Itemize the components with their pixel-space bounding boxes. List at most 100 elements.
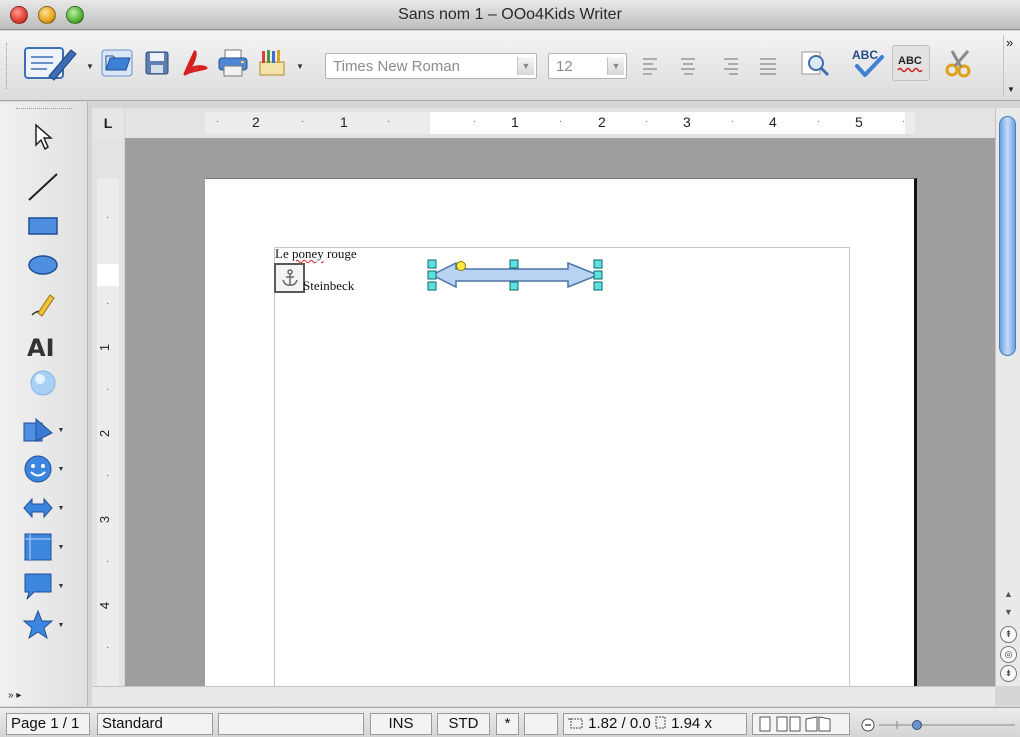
two-page-view-icon[interactable]: [776, 716, 802, 732]
ellipse-icon: [28, 255, 58, 275]
ruler-label: 5: [855, 114, 863, 130]
resize-handle[interactable]: [593, 259, 603, 269]
edit-mode-button[interactable]: [18, 41, 82, 85]
align-right-button[interactable]: [718, 55, 742, 77]
callouts-dropdown-icon[interactable]: ▼: [58, 583, 65, 590]
page-preview-button[interactable]: [798, 45, 832, 81]
line-tool[interactable]: [18, 169, 68, 205]
resize-handle[interactable]: [427, 259, 437, 269]
document-canvas[interactable]: Le poney rouge Steinbeck: [125, 138, 995, 727]
fontwork-tool[interactable]: AI: [18, 328, 68, 364]
rectangle-tool[interactable]: [18, 208, 68, 244]
resize-handle[interactable]: [593, 281, 603, 291]
vertical-ruler[interactable]: · · 1 · 2 · 3 · 4 ·: [92, 138, 124, 686]
select-tool[interactable]: [18, 119, 68, 155]
symbol-shapes-tool[interactable]: ▼: [18, 451, 68, 487]
font-name-combo[interactable]: Times New Roman ▼: [325, 53, 537, 79]
resize-handle[interactable]: [427, 270, 437, 280]
star-icon: [22, 609, 53, 640]
object-position-size: 1.82 / 0.0 1.94 x: [563, 713, 747, 735]
document-text-line-1[interactable]: Le poney rouge: [275, 246, 357, 262]
misspelled-word[interactable]: poney: [292, 246, 324, 261]
spellcheck-button[interactable]: ABC: [848, 45, 888, 81]
font-size-combo[interactable]: 12 ▼: [548, 53, 627, 79]
document-page[interactable]: Le poney rouge Steinbeck: [205, 178, 917, 727]
document-text-line-2[interactable]: Steinbeck: [303, 278, 354, 294]
next-page-icon[interactable]: ⇟: [1000, 665, 1017, 682]
stars-tool[interactable]: ▼: [18, 607, 68, 643]
paint-tools-button[interactable]: [256, 45, 290, 81]
ellipse-tool[interactable]: [18, 247, 68, 283]
double-arrow-icon: [22, 497, 53, 519]
justify-button[interactable]: [756, 55, 780, 77]
navigation-icon[interactable]: ◎: [1000, 646, 1017, 663]
font-size-dropdown-icon[interactable]: ▼: [607, 57, 624, 75]
zoom-slider[interactable]: [857, 716, 1017, 734]
open-button[interactable]: [100, 45, 134, 81]
rectangle-icon: [28, 217, 58, 235]
freeform-tool[interactable]: [18, 288, 68, 324]
symbol-shapes-dropdown-icon[interactable]: ▼: [58, 466, 65, 473]
window-title: Sans nom 1 – OOo4Kids Writer: [398, 6, 622, 23]
title-bar: Sans nom 1 – OOo4Kids Writer: [0, 0, 1020, 30]
book-view-icon[interactable]: [805, 716, 831, 732]
anchor-icon: [281, 269, 298, 286]
paint-tools-dropdown-icon[interactable]: ▼: [296, 62, 304, 71]
zoom-slider-track[interactable]: [857, 716, 1017, 734]
save-button[interactable]: [140, 45, 174, 81]
resize-handle[interactable]: [509, 259, 519, 269]
digital-signature[interactable]: [524, 713, 558, 735]
auto-spellcheck-button[interactable]: ABC: [892, 45, 930, 81]
align-center-button[interactable]: [676, 55, 700, 77]
export-pdf-button[interactable]: [178, 45, 212, 81]
align-left-button[interactable]: [639, 55, 663, 77]
print-button[interactable]: [216, 45, 250, 81]
insert-mode[interactable]: INS: [370, 713, 432, 735]
resize-handle[interactable]: [509, 281, 519, 291]
resize-handle[interactable]: [593, 270, 603, 280]
language-field[interactable]: [218, 713, 364, 735]
horizontal-scrollbar[interactable]: [92, 686, 995, 706]
drawing-toolbar: AI ▼ ▼ ▼ ▼ ▼ ▼: [0, 102, 88, 706]
scissors-icon: [945, 50, 971, 78]
previous-page-icon[interactable]: ⇞: [1000, 626, 1017, 643]
anchor-marker[interactable]: [274, 263, 305, 293]
block-arrows-tool[interactable]: ▼: [18, 490, 68, 526]
stars-dropdown-icon[interactable]: ▼: [58, 622, 65, 629]
tab-stop-selector[interactable]: L: [92, 108, 124, 138]
font-name-dropdown-icon[interactable]: ▼: [517, 57, 534, 75]
block-arrows-dropdown-icon[interactable]: ▼: [58, 505, 65, 512]
toolbar-overflow[interactable]: » ▼: [1003, 35, 1017, 97]
drawing-toolbar-overflow[interactable]: » ▸: [8, 690, 78, 704]
ruler-label: 4: [97, 601, 113, 610]
selection-mode[interactable]: STD: [437, 713, 490, 735]
single-page-view-icon[interactable]: [757, 716, 773, 732]
edit-mode-dropdown-icon[interactable]: ▼: [86, 62, 94, 71]
shape-adjust-handle[interactable]: [456, 261, 466, 271]
printer-icon: [218, 49, 248, 77]
basic-shapes-dropdown-icon[interactable]: ▼: [58, 427, 65, 434]
ruler-label: 4: [769, 114, 777, 130]
basic-shapes-tool[interactable]: ▼: [18, 412, 68, 448]
flowchart-icon: [24, 533, 52, 561]
object-size: 1.94 x: [671, 715, 712, 732]
page-style[interactable]: Standard: [97, 713, 213, 735]
page-count[interactable]: Page 1 / 1: [6, 713, 90, 735]
overflow-chevron-icon[interactable]: »: [1006, 35, 1013, 50]
scroll-down-arrow-icon[interactable]: ▼: [1000, 604, 1017, 620]
cut-button[interactable]: [942, 45, 976, 81]
toolbar-grip[interactable]: [6, 43, 9, 89]
vertical-scrollbar-thumb[interactable]: [999, 116, 1016, 356]
resize-handle[interactable]: [427, 281, 437, 291]
extrusion-tool[interactable]: [18, 365, 68, 401]
overflow-dropdown-icon[interactable]: ▼: [1007, 85, 1015, 94]
vertical-scrollbar[interactable]: ▲ ▼ ⇞ ◎ ⇟: [995, 108, 1020, 686]
left-right-arrow-shape[interactable]: [426, 257, 606, 293]
scroll-up-arrow-icon[interactable]: ▲: [1000, 586, 1017, 602]
drawing-toolbar-grip[interactable]: [16, 108, 72, 110]
callouts-tool[interactable]: ▼: [18, 568, 68, 604]
horizontal-ruler[interactable]: · 2 · 1 · · 1 · 2 · 3 · 4 · 5 ·: [125, 108, 995, 138]
flowchart-dropdown-icon[interactable]: ▼: [58, 544, 65, 551]
document-modified[interactable]: *: [496, 713, 519, 735]
flowchart-tool[interactable]: ▼: [18, 529, 68, 565]
